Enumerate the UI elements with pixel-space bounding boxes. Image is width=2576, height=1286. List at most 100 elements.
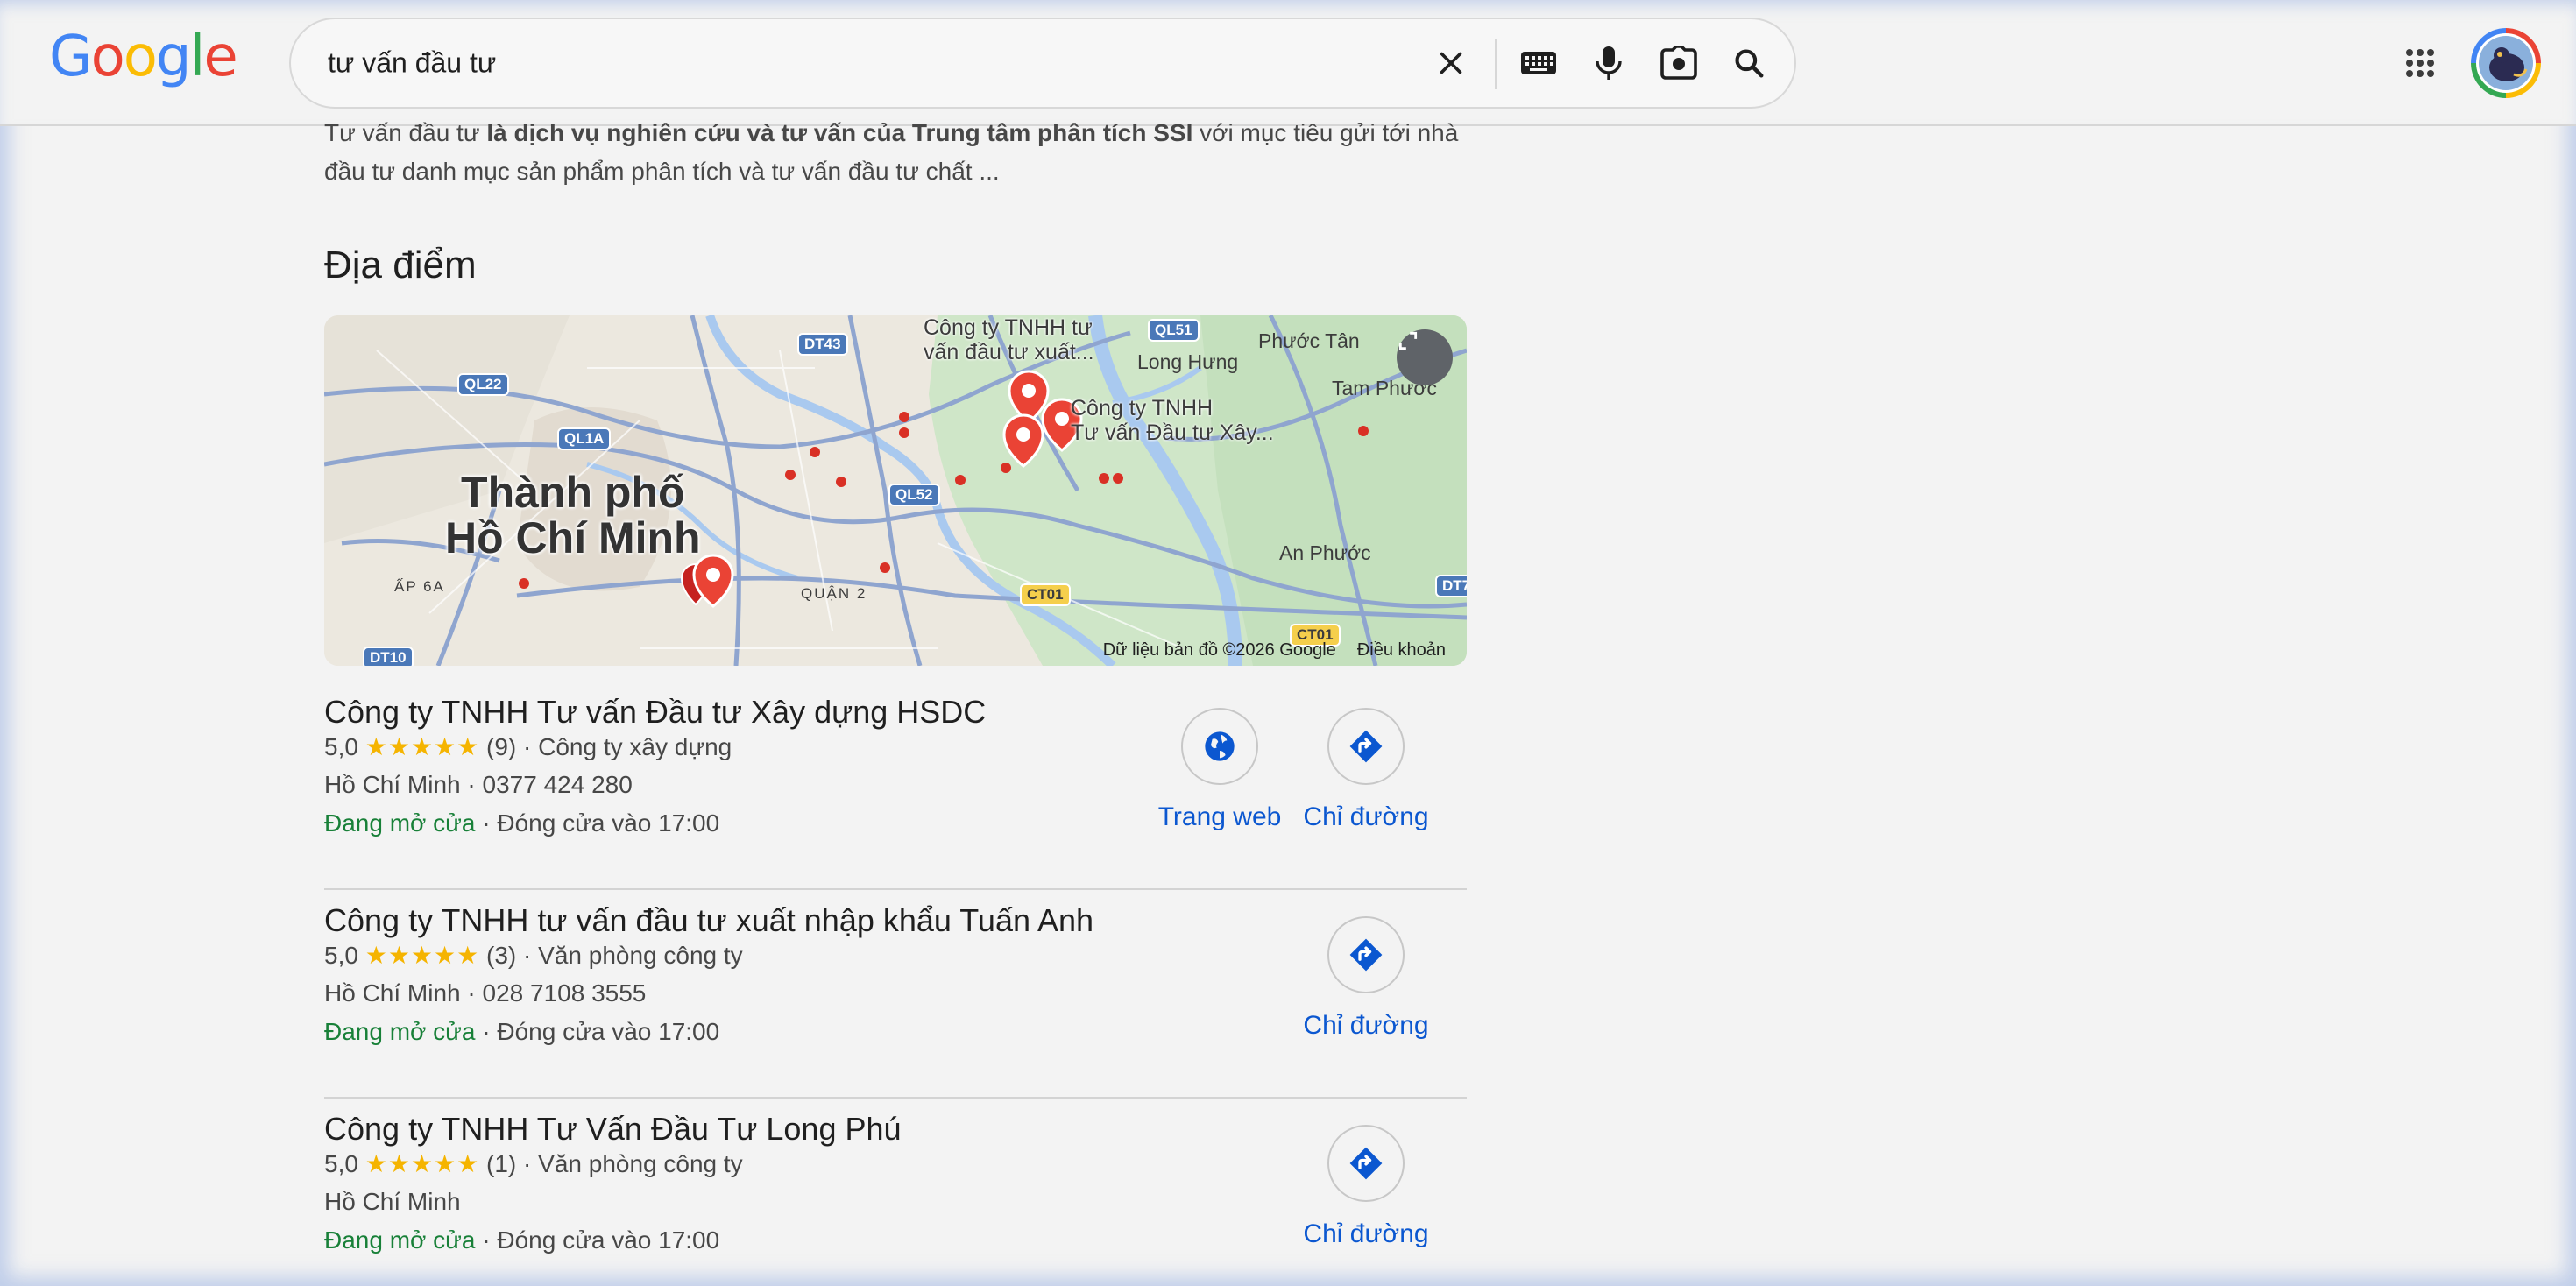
directions-button-label[interactable]: Chỉ đường bbox=[1303, 1011, 1428, 1041]
directions-icon bbox=[1349, 730, 1383, 763]
close-icon[interactable] bbox=[1426, 39, 1476, 88]
place-rating-line: 5,0 ★★★★★ (3) · Văn phòng công ty bbox=[324, 942, 743, 969]
website-button[interactable]: Trang web bbox=[1145, 708, 1294, 832]
map-city-label: Thành phố Hồ Chí Minh bbox=[445, 470, 701, 561]
directions-button-circle[interactable] bbox=[1327, 708, 1405, 785]
road-tag: QL52 bbox=[888, 484, 940, 506]
directions-icon bbox=[1349, 938, 1383, 972]
place-category: Công ty xây dựng bbox=[538, 733, 732, 760]
place-location: Hồ Chí Minh bbox=[324, 771, 461, 798]
closing-time: Đóng cửa vào 17:00 bbox=[497, 1226, 720, 1254]
place-phone: 028 7108 3555 bbox=[482, 979, 647, 1007]
place-location: Hồ Chí Minh bbox=[324, 1188, 461, 1215]
directions-button-label[interactable]: Chỉ đường bbox=[1303, 802, 1428, 832]
search-divider bbox=[1495, 39, 1497, 89]
review-count[interactable]: (3) bbox=[486, 942, 516, 969]
place-result[interactable]: Công ty TNHH tư vấn đầu tư xuất nhập khẩ… bbox=[324, 892, 1467, 1099]
logo-letter: o bbox=[123, 25, 158, 89]
directions-button[interactable]: Chỉ đường bbox=[1292, 1125, 1440, 1249]
place-category: Văn phòng công ty bbox=[538, 942, 743, 969]
website-button-circle[interactable] bbox=[1181, 708, 1258, 785]
apps-grid-icon[interactable] bbox=[2396, 39, 2445, 88]
rating-stars: ★★★★★ bbox=[364, 942, 480, 969]
places-map[interactable]: Thành phố Hồ Chí Minh Công ty TNHH tư vấ… bbox=[324, 315, 1467, 666]
place-result[interactable]: Công ty TNHH Tư Vấn Đầu Tư Long Phú 5,0 … bbox=[324, 1100, 1467, 1286]
place-hours-line: Đang mở cửa · Đóng cửa vào 17:00 bbox=[324, 809, 720, 837]
map-city-line: Hồ Chí Minh bbox=[445, 513, 701, 562]
map-place-label: QUẬN 2 bbox=[801, 585, 867, 602]
logo-letter: g bbox=[155, 25, 192, 89]
expand-icon bbox=[1398, 331, 1418, 350]
logo-letter: e bbox=[203, 25, 237, 89]
rating-stars: ★★★★★ bbox=[364, 733, 480, 760]
avatar[interactable] bbox=[2471, 28, 2541, 98]
place-result[interactable]: Công ty TNHH Tư vấn Đầu tư Xây dựng HSDC… bbox=[324, 683, 1467, 890]
map-footer: Dữ liệu bản đồ ©2026 Google Điều khoản bbox=[1103, 634, 1446, 666]
place-name[interactable]: Công ty TNHH Tư Vấn Đầu Tư Long Phú bbox=[324, 1111, 902, 1148]
review-count[interactable]: (1) bbox=[486, 1150, 516, 1177]
map-poi-line: vấn đầu tư xuất... bbox=[924, 340, 1094, 364]
directions-button-label[interactable]: Chỉ đường bbox=[1303, 1219, 1428, 1249]
map-place-label: ẤP 6A bbox=[394, 578, 445, 595]
snippet-bold-text: là dịch vụ nghiên cứu và tư vấn của Trun… bbox=[486, 119, 1193, 146]
result-snippet: Tư vấn đầu tư là dịch vụ nghiên cứu và t… bbox=[324, 114, 1472, 191]
road-tag: QL22 bbox=[457, 373, 509, 396]
google-logo[interactable]: Google bbox=[49, 25, 238, 89]
map-attribution: Dữ liệu bản đồ ©2026 Google bbox=[1102, 639, 1336, 660]
place-name[interactable]: Công ty TNHH Tư vấn Đầu tư Xây dựng HSDC bbox=[324, 694, 986, 731]
rating-value: 5,0 bbox=[324, 733, 358, 760]
map-poi-line: Công ty TNHH tư bbox=[924, 315, 1093, 340]
logo-letter: G bbox=[49, 25, 93, 89]
keyboard-icon[interactable] bbox=[1514, 39, 1563, 88]
search-box[interactable]: tư vấn đầu tư bbox=[289, 18, 1796, 109]
map-place-label: Long Hưng bbox=[1137, 350, 1239, 373]
review-count[interactable]: (9) bbox=[486, 733, 516, 760]
road-tag: QL51 bbox=[1148, 319, 1200, 342]
directions-button-circle[interactable] bbox=[1327, 916, 1405, 993]
camera-search-icon[interactable] bbox=[1654, 39, 1703, 88]
map-poi-line: Tư vấn Đầu tư Xây... bbox=[1071, 420, 1274, 445]
closing-time: Đóng cửa vào 17:00 bbox=[497, 809, 720, 837]
avatar-ring bbox=[2476, 33, 2536, 93]
logo-letter: o bbox=[90, 25, 125, 89]
directions-button[interactable]: Chỉ đường bbox=[1292, 708, 1440, 832]
open-status: Đang mở cửa bbox=[324, 1018, 476, 1045]
rating-stars: ★★★★★ bbox=[364, 1150, 480, 1177]
directions-button-circle[interactable] bbox=[1327, 1125, 1405, 1202]
rating-value: 5,0 bbox=[324, 942, 358, 969]
place-name[interactable]: Công ty TNHH tư vấn đầu tư xuất nhập khẩ… bbox=[324, 902, 1093, 939]
top-bar: Google tư vấn đầu tư bbox=[0, 0, 2576, 126]
map-city-line: Thành phố bbox=[461, 468, 685, 517]
road-tag: QL1A bbox=[557, 427, 612, 450]
closing-time: Đóng cửa vào 17:00 bbox=[497, 1018, 720, 1045]
search-input[interactable]: tư vấn đầu tư bbox=[328, 47, 496, 80]
road-tag: DT43 bbox=[797, 333, 848, 356]
place-contact-line: Hồ Chí Minh bbox=[324, 1188, 461, 1216]
avatar-image bbox=[2479, 36, 2533, 90]
microphone-icon[interactable] bbox=[1584, 39, 1633, 88]
place-rating-line: 5,0 ★★★★★ (9) · Công ty xây dựng bbox=[324, 733, 732, 760]
search-icon[interactable] bbox=[1724, 39, 1773, 88]
globe-icon bbox=[1205, 731, 1235, 761]
place-contact-line: Hồ Chí Minh · 028 7108 3555 bbox=[324, 979, 647, 1007]
map-expand-button[interactable] bbox=[1397, 329, 1453, 385]
place-hours-line: Đang mở cửa · Đóng cửa vào 17:00 bbox=[324, 1226, 720, 1254]
map-terms-link[interactable]: Điều khoản bbox=[1357, 640, 1446, 661]
map-poi-label[interactable]: Công ty TNHH Tư vấn Đầu tư Xây... bbox=[1071, 396, 1274, 445]
map-poi-line: Công ty TNHH bbox=[1071, 396, 1214, 420]
map-poi-label[interactable]: Công ty TNHH tư vấn đầu tư xuất... bbox=[924, 315, 1094, 364]
places-section-title: Địa điểm bbox=[324, 244, 477, 286]
map-place-label: Phước Tân bbox=[1258, 329, 1360, 352]
website-button-label[interactable]: Trang web bbox=[1158, 802, 1282, 832]
place-phone: 0377 424 280 bbox=[482, 771, 633, 798]
place-contact-line: Hồ Chí Minh · 0377 424 280 bbox=[324, 771, 633, 798]
road-tag: CT01 bbox=[1020, 583, 1071, 606]
open-status: Đang mở cửa bbox=[324, 1226, 476, 1254]
snippet-text: Tư vấn đầu tư bbox=[324, 119, 487, 146]
place-hours-line: Đang mở cửa · Đóng cửa vào 17:00 bbox=[324, 1018, 720, 1045]
place-category: Văn phòng công ty bbox=[538, 1150, 743, 1177]
map-place-label: An Phước bbox=[1279, 541, 1371, 564]
directions-button[interactable]: Chỉ đường bbox=[1292, 916, 1440, 1041]
place-location: Hồ Chí Minh bbox=[324, 979, 461, 1007]
open-status: Đang mở cửa bbox=[324, 809, 476, 837]
